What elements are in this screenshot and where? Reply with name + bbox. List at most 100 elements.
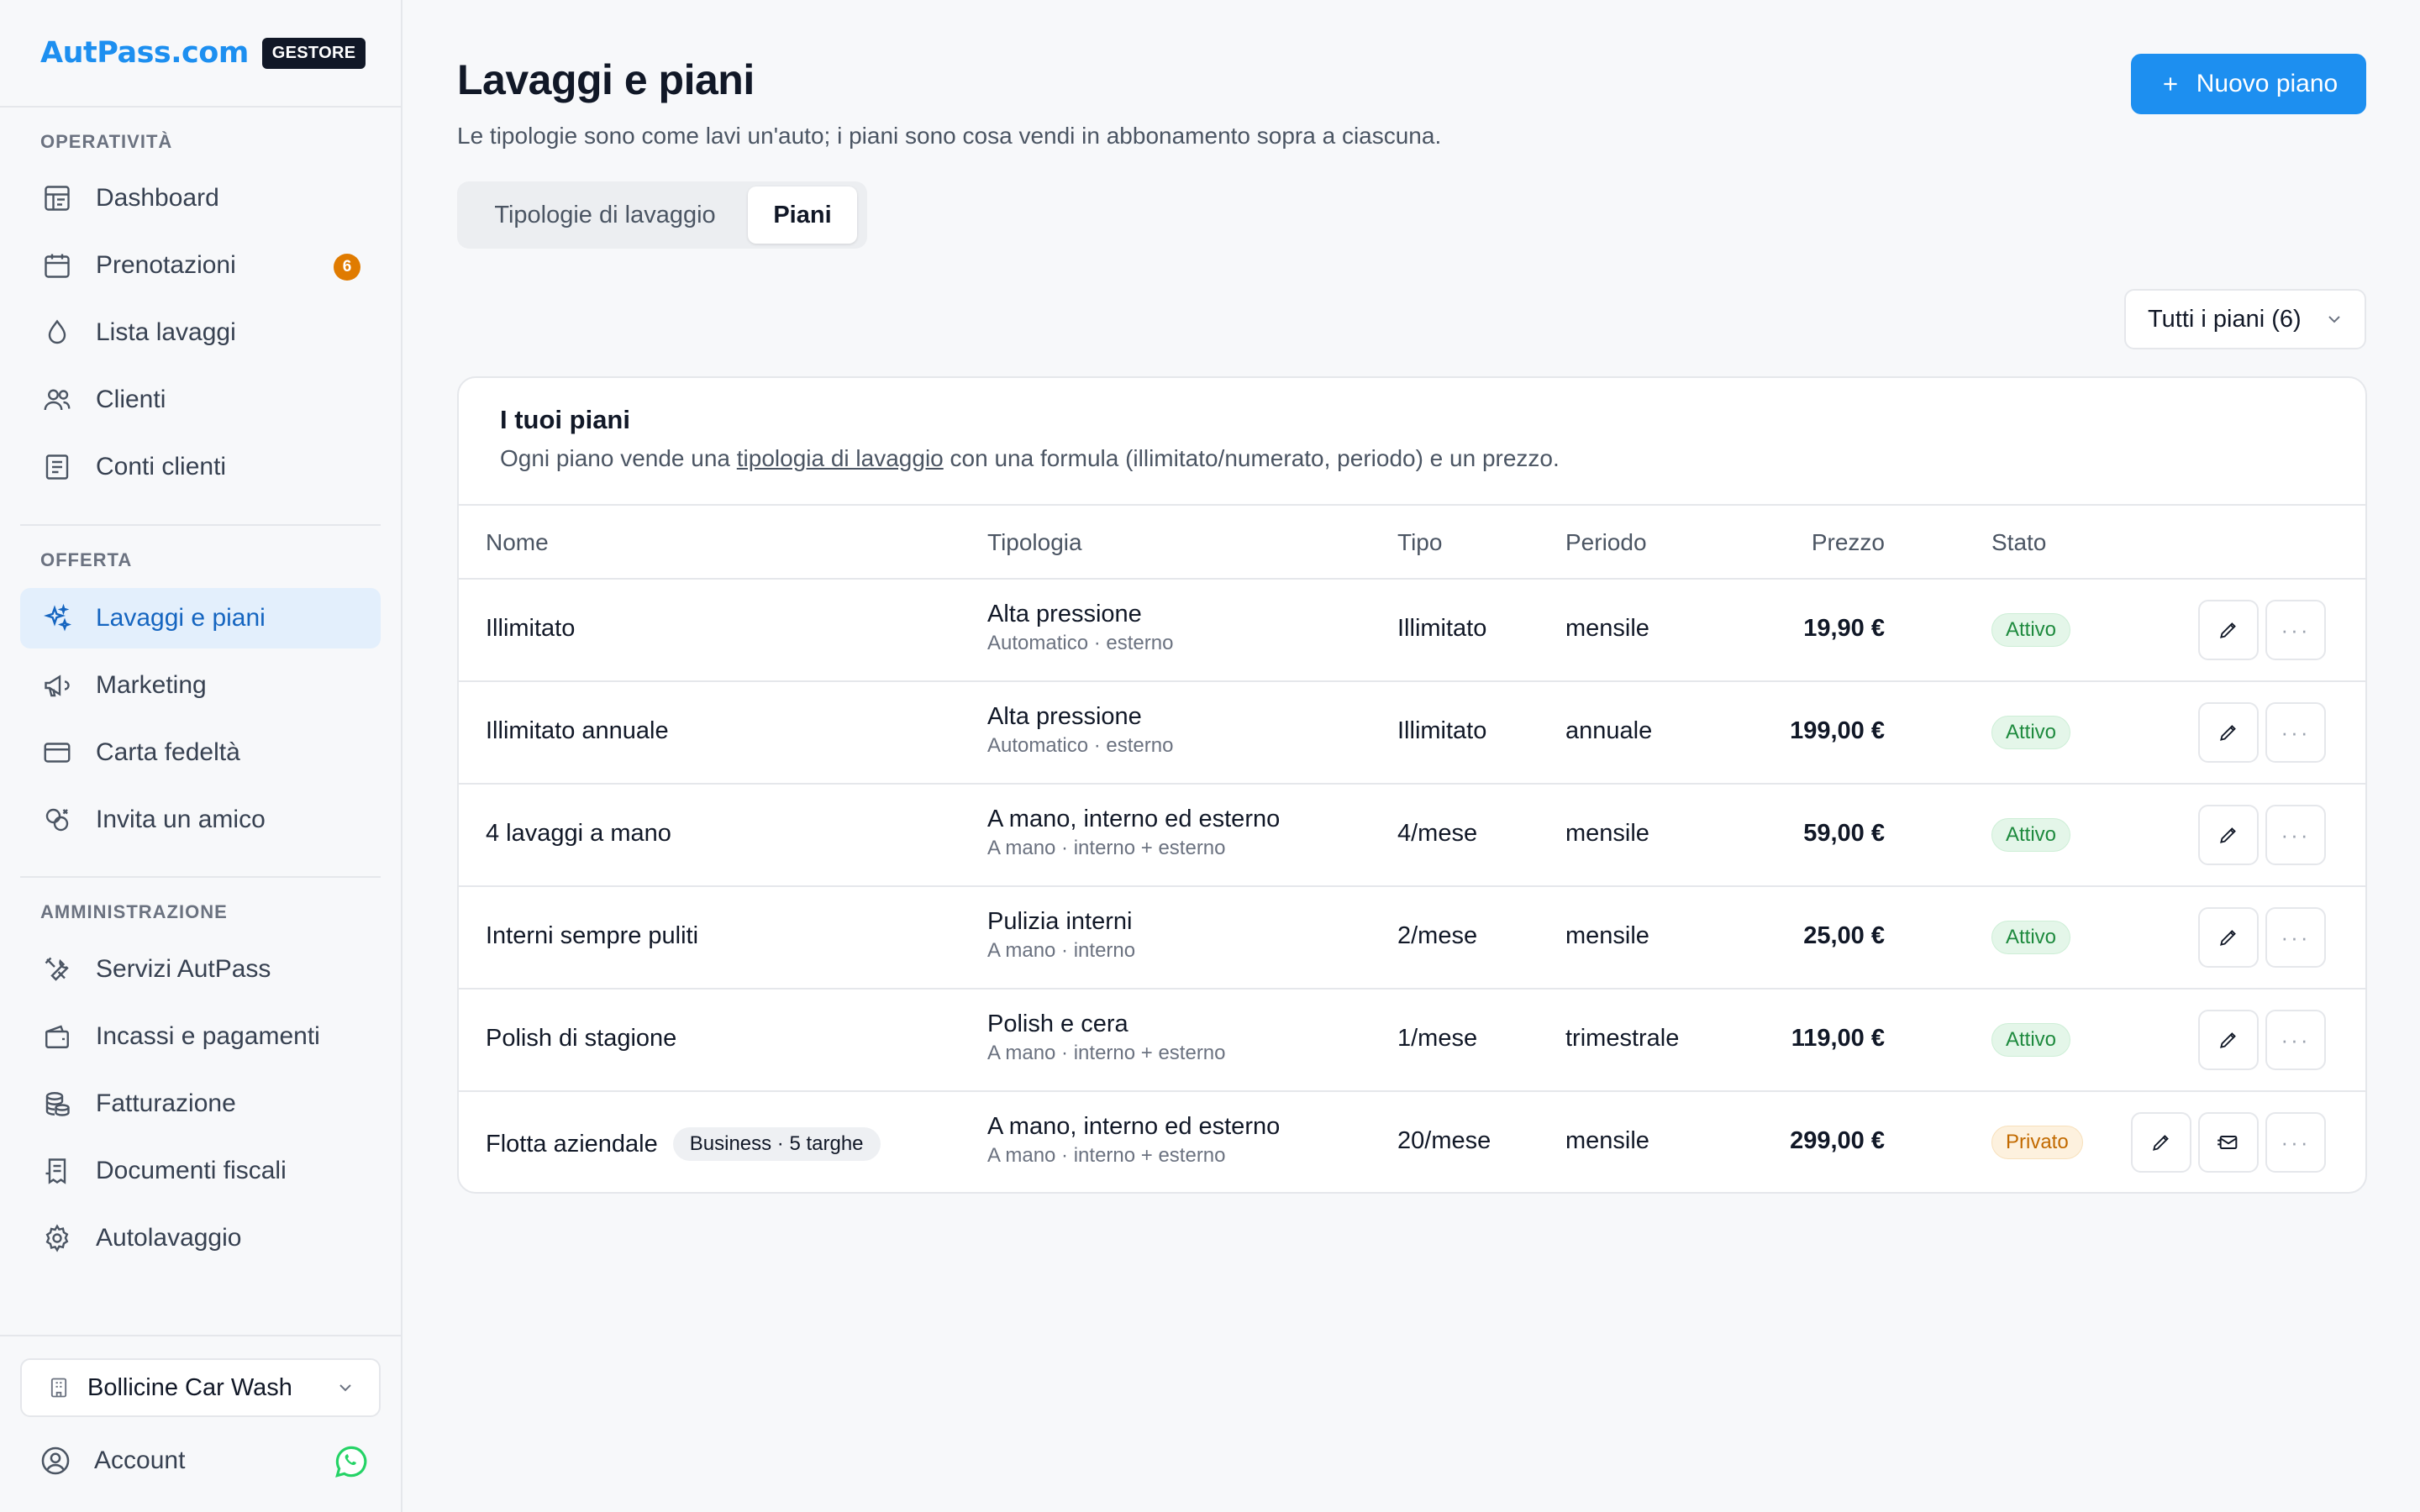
- pencil-icon: [2217, 619, 2239, 641]
- status-badge: Attivo: [1991, 1023, 2071, 1057]
- drop-icon: [40, 316, 74, 349]
- tipo-cell: Illimitato: [1397, 717, 1487, 744]
- table-row[interactable]: Polish di stagione Polish e cera A mano …: [459, 990, 2365, 1092]
- status-badge: Attivo: [1991, 921, 2071, 954]
- edit-button[interactable]: [2198, 600, 2259, 660]
- sidebar-item-servizi-autpass[interactable]: Servizi AutPass: [20, 939, 381, 1000]
- chevron-down-icon: [335, 1378, 355, 1398]
- pencil-icon: [2217, 722, 2239, 743]
- more-actions-button[interactable]: ···: [2265, 805, 2326, 865]
- periodo-cell: mensile: [1565, 615, 1649, 642]
- tipologia-cell: Alta pressione Automatico · esterno: [987, 703, 1173, 758]
- tipologia-name: Pulizia interni: [987, 908, 1133, 935]
- ledger-icon: [40, 450, 74, 484]
- table-row[interactable]: Illimitato annuale Alta pressione Automa…: [459, 682, 2365, 785]
- periodo-cell: annuale: [1565, 717, 1653, 744]
- user-circle-icon: [39, 1444, 72, 1478]
- users-icon: [40, 383, 74, 417]
- status-badge: Attivo: [1991, 818, 2071, 852]
- card-subtitle-text: con una formula (illimitato/numerato, pe…: [943, 445, 1560, 471]
- tipologia-cell: A mano, interno ed esterno A mano · inte…: [987, 806, 1280, 860]
- tipo-cell: 2/mese: [1397, 922, 1478, 949]
- mail-icon: [2217, 1131, 2240, 1154]
- sidebar-item-label: Conti clienti: [96, 453, 227, 480]
- section-title-operativita: OPERATIVITÀ: [40, 131, 173, 152]
- column-header-tipo: Tipo: [1397, 529, 1443, 555]
- sidebar-item-incassi-e-pagamenti[interactable]: Incassi e pagamenti: [20, 1006, 381, 1067]
- more-actions-button[interactable]: ···: [2265, 702, 2326, 763]
- more-icon: ···: [2281, 617, 2311, 643]
- more-icon: ···: [2281, 1129, 2311, 1155]
- sidebar-item-carta-fedelta[interactable]: Carta fedeltà: [20, 722, 381, 783]
- tipologia-name: A mano, interno ed esterno: [987, 806, 1281, 832]
- divider: [0, 1335, 402, 1336]
- building-icon: [47, 1376, 71, 1399]
- card-title: I tuoi piani: [500, 405, 630, 434]
- periodo-cell: mensile: [1565, 922, 1649, 949]
- tab-tipologie[interactable]: Tipologie di lavaggio: [462, 186, 748, 244]
- edit-button[interactable]: [2131, 1112, 2191, 1173]
- coins-icon: [40, 1087, 74, 1121]
- tab-bar: Tipologie di lavaggio Piani: [457, 181, 867, 249]
- tipologia-cell: A mano, interno ed esterno A mano · inte…: [987, 1113, 1280, 1168]
- sidebar-item-autolavaggio[interactable]: Autolavaggio: [20, 1208, 381, 1268]
- sidebar-item-lista-lavaggi[interactable]: Lista lavaggi: [20, 302, 381, 363]
- plan-name: Illimitato: [486, 615, 576, 642]
- sidebar-item-invita-un-amico[interactable]: Invita un amico: [20, 790, 381, 850]
- edit-button[interactable]: [2198, 1010, 2259, 1070]
- send-invite-button[interactable]: [2198, 1112, 2259, 1173]
- store-name: Bollicine Car Wash: [87, 1373, 292, 1401]
- sidebar-item-fatturazione[interactable]: Fatturazione: [20, 1074, 381, 1134]
- divider: [20, 876, 381, 878]
- table-row[interactable]: 4 lavaggi a mano A mano, interno ed este…: [459, 785, 2365, 887]
- table-row[interactable]: Illimitato Alta pressione Automatico · e…: [459, 580, 2365, 682]
- tipologia-name: Polish e cera: [987, 1011, 1128, 1037]
- receipt-icon: [40, 1154, 74, 1188]
- more-icon: ···: [2281, 1026, 2311, 1053]
- megaphone-icon: [40, 669, 74, 702]
- sidebar-item-label: Invita un amico: [96, 806, 266, 833]
- edit-button[interactable]: [2198, 805, 2259, 865]
- sidebar-item-lavaggi-e-piani[interactable]: Lavaggi e piani: [20, 588, 381, 648]
- sidebar-item-marketing[interactable]: Marketing: [20, 655, 381, 716]
- brand[interactable]: AutPass.com GESTORE: [40, 34, 366, 72]
- table-row[interactable]: Flotta aziendale Business · 5 targhe A m…: [459, 1092, 2365, 1192]
- more-actions-button[interactable]: ···: [2265, 600, 2326, 660]
- edit-button[interactable]: [2198, 702, 2259, 763]
- prezzo-cell: 59,00 €: [1803, 820, 1885, 847]
- table-row[interactable]: Interni sempre puliti Pulizia interni A …: [459, 887, 2365, 990]
- sidebar-item-conti-clienti[interactable]: Conti clienti: [20, 437, 381, 497]
- more-actions-button[interactable]: ···: [2265, 1112, 2326, 1173]
- tipologia-link[interactable]: tipologia di lavaggio: [737, 445, 944, 471]
- count-badge: 6: [334, 254, 360, 281]
- sidebar-item-label: Fatturazione: [96, 1089, 236, 1117]
- sidebar-item-prenotazioni[interactable]: Prenotazioni 6: [20, 235, 381, 296]
- dashboard-icon: [40, 181, 74, 215]
- periodo-cell: mensile: [1565, 1127, 1649, 1154]
- more-actions-button[interactable]: ···: [2265, 1010, 2326, 1070]
- tab-piani[interactable]: Piani: [748, 186, 857, 244]
- sidebar-item-documenti-fiscali[interactable]: Documenti fiscali: [20, 1141, 381, 1201]
- tipo-cell: 4/mese: [1397, 820, 1478, 847]
- periodo-cell: trimestrale: [1565, 1025, 1680, 1052]
- plan-name: 4 lavaggi a mano: [486, 820, 671, 847]
- brand-logo[interactable]: AutPass.com: [40, 36, 249, 70]
- more-actions-button[interactable]: ···: [2265, 907, 2326, 968]
- edit-button[interactable]: [2198, 907, 2259, 968]
- column-header-prezzo: Prezzo: [1811, 529, 1885, 555]
- main-content: Lavaggi e piani Le tipologie sono come l…: [404, 0, 2420, 1512]
- tipologia-detail: Automatico · esterno: [987, 734, 1174, 757]
- more-icon: ···: [2281, 719, 2311, 745]
- card-icon: [40, 736, 74, 769]
- plan-name-cell: 4 lavaggi a mano: [486, 820, 671, 848]
- tipologia-name: Alta pressione: [987, 601, 1142, 627]
- new-plan-button[interactable]: Nuovo piano: [2131, 54, 2366, 114]
- wallet-icon: [40, 1020, 74, 1053]
- sidebar-item-clienti[interactable]: Clienti: [20, 370, 381, 430]
- whatsapp-icon[interactable]: [334, 1444, 369, 1479]
- account-link[interactable]: Account: [20, 1431, 381, 1490]
- plan-filter-select[interactable]: Tutti i piani (6): [2124, 289, 2366, 349]
- sidebar-item-dashboard[interactable]: Dashboard: [20, 168, 381, 228]
- plan-name-cell: Interni sempre puliti: [486, 922, 698, 950]
- store-select[interactable]: Bollicine Car Wash: [20, 1358, 381, 1417]
